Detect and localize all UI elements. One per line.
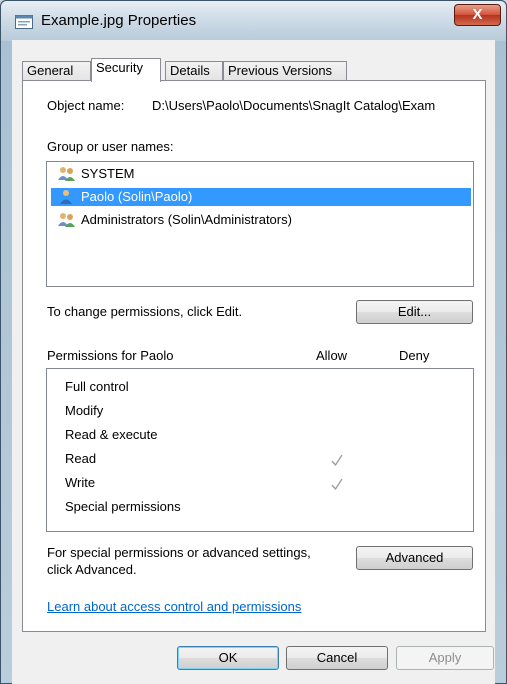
advanced-button[interactable]: Advanced [356,546,473,570]
special-permissions-hint: For special permissions or advanced sett… [47,545,311,560]
user-icon [60,190,72,204]
group-users-icon [58,167,75,181]
permission-row-special: Special permissions [47,495,473,519]
object-name-label: Object name: [47,98,125,113]
user-item-label: Paolo (Solin\Paolo) [81,189,193,204]
user-item-administrators[interactable]: Administrators (Solin\Administrators) [51,211,471,229]
close-button[interactable]: X [454,4,501,26]
deny-column-header: Deny [399,348,430,363]
user-item-paolo[interactable]: Paolo (Solin\Paolo) [51,188,471,206]
tab-label: Details [170,63,210,78]
tab-security[interactable]: Security [91,58,161,82]
user-listbox[interactable]: SYSTEM Paolo (Solin\Paolo) Administrator… [46,161,474,287]
advanced-button-label: Advanced [385,550,444,565]
change-permissions-hint: To change permissions, click Edit. [47,304,243,319]
learn-access-control-link[interactable]: Learn about access control and permissio… [47,599,301,614]
permission-row-full-control: Full control [47,375,473,399]
permission-name: Read [65,451,97,466]
ok-button[interactable]: OK [177,646,279,670]
cancel-button[interactable]: Cancel [286,646,388,670]
user-item-system[interactable]: SYSTEM [51,165,471,183]
permission-row-write: Write [47,471,473,495]
group-user-names-label: Group or user names: [47,139,174,154]
permission-name: Special permissions [65,499,181,514]
group-users-icon [58,213,75,227]
special-permissions-hint-line2: click Advanced. [47,562,137,577]
title-bar[interactable]: Example.jpg Properties X [1,1,506,41]
apply-button-label: Apply [428,650,462,665]
allow-check-icon [331,454,343,467]
permission-row-modify: Modify [47,399,473,423]
allow-column-header: Allow [316,348,348,363]
cancel-button-label: Cancel [316,650,358,665]
apply-button[interactable]: Apply [396,646,494,670]
window-title: Example.jpg Properties [41,12,197,29]
ok-button-label: OK [218,650,238,665]
permission-name: Write [65,475,96,490]
permission-name: Full control [65,379,129,394]
edit-button-label: Edit... [397,304,432,319]
tab-label: Security [96,60,143,75]
permissions-for-label: Permissions for Paolo [47,348,174,363]
user-item-label: SYSTEM [81,166,135,181]
allow-check-icon [331,478,343,491]
close-icon: X [472,6,483,23]
object-name-value: D:\Users\Paolo\Documents\SnagIt Catalog\… [152,98,436,113]
permission-name: Modify [65,403,104,418]
user-item-label: Administrators (Solin\Administrators) [81,212,292,227]
permission-row-read: Read [47,447,473,471]
tab-previous-versions[interactable]: Previous Versions [223,61,347,81]
permissions-list[interactable]: Full control Modify Read & execute Read … [46,368,474,532]
tab-label: General [27,63,74,78]
tab-details[interactable]: Details [165,61,223,81]
file-properties-icon [15,15,33,29]
permission-row-read-execute: Read & execute [47,423,473,447]
edit-button[interactable]: Edit... [356,300,473,324]
tab-label: Previous Versions [228,63,333,78]
tab-general[interactable]: General [22,61,91,81]
permission-name: Read & execute [65,427,158,442]
